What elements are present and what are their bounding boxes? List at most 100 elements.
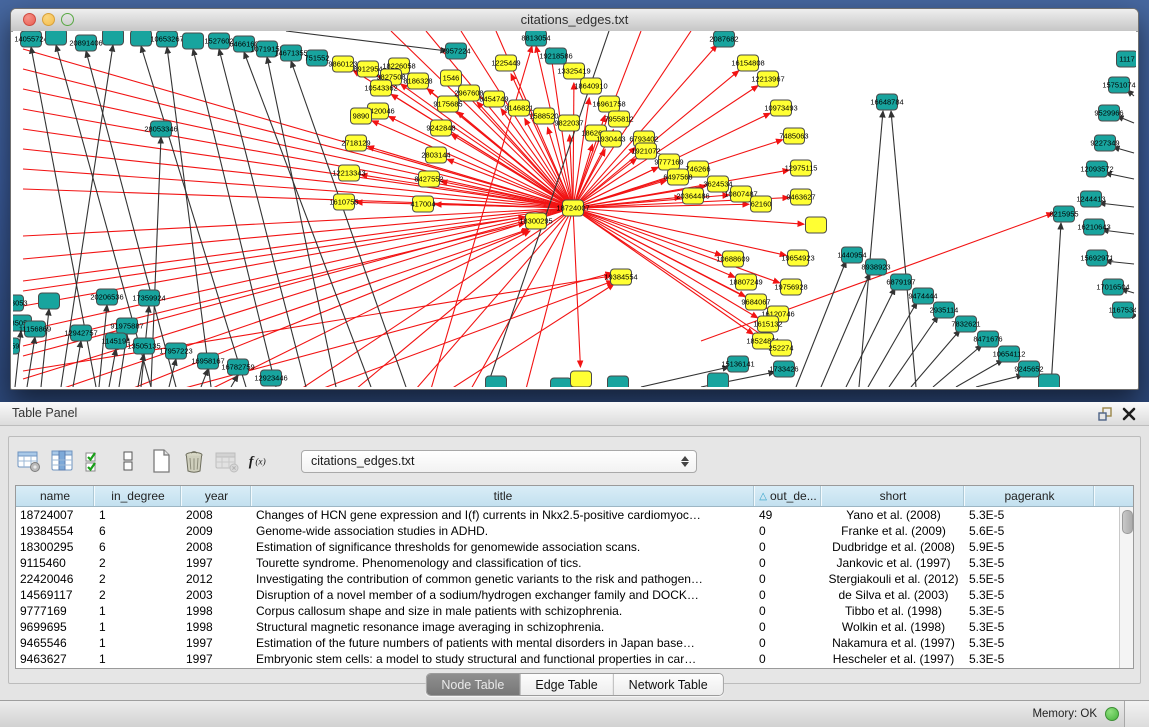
table-cell-title: Estimation of significance thresholds fo…	[252, 539, 755, 555]
column-header-title[interactable]: title	[252, 486, 755, 506]
table-cell-pagerank: 5.3E-5	[965, 507, 1095, 523]
network-node[interactable]	[806, 217, 827, 233]
table-row[interactable]: 2242004622012Investigating the contribut…	[16, 571, 1119, 587]
node-label: 16154808	[731, 59, 764, 68]
network-node[interactable]	[708, 373, 729, 387]
table-cell-title: Investigating the contribution of common…	[252, 571, 755, 587]
node-label: 18640910	[574, 82, 607, 91]
tab-node-table[interactable]: Node Table	[426, 674, 520, 695]
tab-edge-table[interactable]: Edge Table	[520, 674, 613, 695]
network-window-titlebar[interactable]: citations_edges.txt	[11, 9, 1138, 32]
node-label: 20206536	[90, 293, 123, 302]
column-header-out_degree[interactable]: △out_de...	[755, 486, 822, 506]
memory-status-label: Memory: OK	[1032, 708, 1097, 720]
node-label: 1145194	[102, 337, 131, 346]
node-label: 8454749	[479, 95, 508, 104]
node-label: 91975887	[110, 322, 143, 331]
table-cell-title: Corpus callosum shape and size in male p…	[252, 603, 755, 619]
table-settings-button[interactable]	[15, 447, 43, 475]
node-label: 417004	[410, 200, 435, 209]
table-cell-out_degree: 0	[755, 539, 822, 555]
table-selector-value: citations_edges.txt	[302, 454, 676, 468]
table-header-row: name in_degreeyear title △out_de...short pag…	[16, 486, 1133, 507]
network-node[interactable]	[551, 378, 572, 387]
status-bar: Memory: OK	[0, 700, 1149, 727]
column-header-label: out_de...	[770, 489, 817, 503]
table-selector-dropdown[interactable]: citations_edges.txt	[301, 450, 697, 473]
dropdown-arrows-icon	[676, 456, 696, 467]
network-window[interactable]: citations_edges.txt 14055724208914061065…	[10, 8, 1139, 390]
node-label: 2718129	[341, 139, 370, 148]
scrollbar-thumb[interactable]	[1122, 510, 1133, 534]
table-row[interactable]: 1830029562008Estimation of significance …	[16, 539, 1119, 555]
checklist-button[interactable]	[81, 447, 109, 475]
column-header-label: name	[40, 489, 70, 503]
network-node[interactable]	[608, 376, 629, 387]
vertical-scrollbar[interactable]	[1119, 507, 1133, 668]
table-cell-year: 1998	[182, 619, 252, 635]
network-node[interactable]	[571, 371, 592, 387]
table-cell-title: Genome-wide association studies in ADHD.	[252, 523, 755, 539]
table-cell-title: Changes of HCN gene expression and I(f) …	[252, 507, 755, 523]
citation-network-graph[interactable]: 1405572420891406106532671527602646616010…	[13, 31, 1136, 387]
network-node[interactable]	[183, 33, 204, 49]
node-label: 14671355	[274, 49, 307, 58]
column-header-short[interactable]: short	[822, 486, 965, 506]
table-cell-in_degree: 6	[95, 523, 182, 539]
column-header-label: pagerank	[1004, 489, 1054, 503]
table-cell-name: 9699695	[16, 619, 95, 635]
column-header-name[interactable]: name	[16, 486, 95, 506]
column-header-in_degree[interactable]: in_degree	[95, 486, 182, 506]
close-panel-icon[interactable]	[1121, 406, 1137, 422]
table-cell-short: Franke et al. (2009)	[822, 523, 965, 539]
node-label: 751552	[304, 54, 329, 63]
node-label: 19218586	[539, 52, 572, 61]
column-header-year[interactable]: year	[182, 486, 252, 506]
table-row[interactable]: 1872400712008Changes of HCN gene express…	[16, 507, 1119, 523]
table-cell-name: 9777169	[16, 603, 95, 619]
node-label: 8215955	[1049, 210, 1078, 219]
node-label: 1610755	[329, 198, 358, 207]
network-node[interactable]	[1039, 374, 1060, 387]
node-label: 1117	[1119, 55, 1135, 64]
table-row[interactable]: 1938455462009Genome-wide association stu…	[16, 523, 1119, 539]
memory-status-indicator-icon[interactable]	[1105, 707, 1119, 721]
float-panel-icon[interactable]	[1097, 406, 1113, 422]
network-node[interactable]	[39, 293, 60, 309]
node-label: 14055724	[14, 35, 47, 44]
node-label: 2087682	[709, 35, 738, 44]
node-label: 15751074	[1102, 81, 1135, 90]
trash-button[interactable]	[180, 447, 208, 475]
node-label: 9463627	[786, 193, 815, 202]
new-document-button[interactable]	[147, 447, 175, 475]
resize-grip[interactable]	[1124, 701, 1149, 727]
table-panel-header: Table Panel	[0, 402, 1149, 426]
table-cell-year: 2008	[182, 507, 252, 523]
network-view-canvas[interactable]: 1405572420891406106532671527602646616010…	[13, 31, 1136, 387]
network-node[interactable]	[486, 376, 507, 387]
table-row[interactable]: 969969511998Structural magnetic resonanc…	[16, 619, 1119, 635]
desktop-background: citations_edges.txt 14055724208914061065…	[0, 0, 1149, 402]
function-builder-button[interactable]: f(x)	[246, 447, 274, 475]
column-header-pagerank[interactable]: pagerank	[965, 486, 1095, 506]
tab-network-table[interactable]: Network Table	[614, 674, 723, 695]
node-label: 12942757	[64, 329, 97, 338]
select-columns-button[interactable]	[48, 447, 76, 475]
node-label: 7957224	[441, 47, 470, 56]
network-node[interactable]	[131, 31, 152, 46]
node-label: 16961758	[592, 100, 625, 109]
table-row[interactable]: 911546021997Tourette syndrome. Phenomeno…	[16, 555, 1119, 571]
table-row[interactable]: 977716911998Corpus callosum shape and si…	[16, 603, 1119, 619]
table-cell-year: 1997	[182, 651, 252, 667]
table-cell-pagerank: 5.3E-5	[965, 651, 1095, 667]
network-node[interactable]	[103, 31, 124, 45]
table-row[interactable]: 946362711997Embryonic stem cells: a mode…	[16, 651, 1119, 667]
network-node[interactable]	[46, 31, 67, 45]
table-row[interactable]: 1456911722003Disruption of a novel membe…	[16, 587, 1119, 603]
rows-button[interactable]	[114, 447, 142, 475]
table-toolbar: f(x) citations_edges.txt	[15, 443, 1134, 479]
column-header-label: title	[494, 489, 513, 503]
table-row[interactable]: 946554611997Estimation of the future num…	[16, 635, 1119, 651]
table-cell-year: 1998	[182, 603, 252, 619]
node-label: 10688609	[716, 255, 749, 264]
